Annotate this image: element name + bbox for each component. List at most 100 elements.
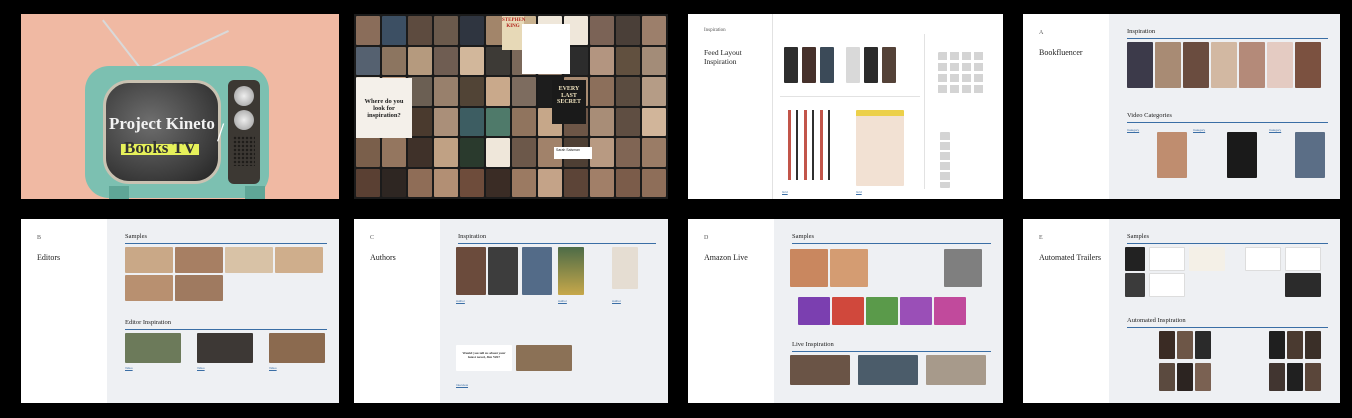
collage-photo <box>512 107 536 136</box>
category-link[interactable]: Category <box>1193 128 1205 132</box>
trailer-inspiration[interactable] <box>1287 331 1303 359</box>
inspiration-photo <box>1211 42 1237 88</box>
trailer-inspiration[interactable] <box>1287 363 1303 391</box>
sample-video[interactable] <box>275 247 323 273</box>
trailer-inspiration[interactable] <box>1177 331 1193 359</box>
author-link[interactable]: Author <box>612 299 621 303</box>
trailer-inspiration[interactable] <box>1177 363 1193 391</box>
title-slide[interactable]: Project Kineto Books TV / <box>21 14 339 199</box>
live-card[interactable] <box>832 297 864 325</box>
trailer-inspiration[interactable] <box>1269 363 1285 391</box>
trailer-inspiration[interactable] <box>1305 331 1321 359</box>
collage-photo <box>408 46 432 75</box>
sample-video[interactable] <box>125 247 173 273</box>
collage-photo <box>460 46 484 75</box>
instant-famous-grid <box>856 110 904 186</box>
video-link[interactable]: Video <box>269 366 277 370</box>
author-photo <box>456 247 486 295</box>
collage-photo <box>382 168 406 197</box>
trailer-inspiration[interactable] <box>1305 363 1321 391</box>
live-inspiration-video[interactable] <box>926 355 986 385</box>
inspiration-photo <box>1127 42 1153 88</box>
samples-heading: Samples <box>792 233 815 240</box>
section-title: Editors <box>37 253 61 262</box>
feed-layout-slide[interactable]: Inspiration Feed Layout Inspiration Grid… <box>688 14 1003 199</box>
live-card[interactable] <box>934 297 966 325</box>
heading-rule <box>1127 243 1328 244</box>
section-letter: C <box>370 235 375 241</box>
inspiration-video[interactable] <box>269 333 325 363</box>
heading-rule <box>1127 122 1328 123</box>
collage-photo <box>590 168 614 197</box>
collage-photo <box>356 46 380 75</box>
author-link[interactable]: Author <box>558 299 567 303</box>
trailer-sample[interactable] <box>1149 247 1185 271</box>
collage-photo <box>616 16 640 45</box>
author-link[interactable]: Author <box>456 299 465 303</box>
trailer-inspiration[interactable] <box>1159 363 1175 391</box>
trailer-sample[interactable] <box>1285 247 1321 271</box>
interview-link[interactable]: Interview <box>456 383 468 387</box>
sample-video[interactable] <box>175 247 223 273</box>
trailer-sample[interactable] <box>1245 247 1281 271</box>
grid-caption-link[interactable]: Grid <box>782 190 788 194</box>
feed-phone-mock <box>784 47 798 83</box>
trailer-inspiration[interactable] <box>1195 331 1211 359</box>
trailer-sample[interactable] <box>1285 273 1321 297</box>
inspiration-video[interactable] <box>197 333 253 363</box>
section-title: Authors <box>370 253 396 262</box>
tv-antenna-right <box>146 30 229 70</box>
automated-trailers-slide[interactable]: E Automated Trailers Samples Automated I… <box>1023 219 1340 403</box>
sample-video[interactable] <box>125 275 173 301</box>
live-inspiration-video[interactable] <box>858 355 918 385</box>
collage-photo <box>538 168 562 197</box>
inspiration-collage-slide[interactable]: Where do you look for inspiration? STEPH… <box>354 14 668 199</box>
trailer-sample[interactable] <box>1189 247 1225 271</box>
name-caption: Sarah Salsman <box>554 147 592 159</box>
trailer-sample[interactable] <box>1149 273 1185 297</box>
section-letter: E <box>1039 235 1043 241</box>
inspiration-photo <box>1239 42 1265 88</box>
video-link[interactable]: Video <box>125 366 133 370</box>
collage-photo <box>460 16 484 45</box>
heading-rule <box>792 243 991 244</box>
collage-photo <box>434 46 458 75</box>
layout-wireframe-column <box>940 132 950 188</box>
amazon-live-slide[interactable]: D Amazon Live Samples Live Inspiration <box>688 219 1003 403</box>
live-card[interactable] <box>900 297 932 325</box>
trailer-sample[interactable] <box>1125 273 1145 297</box>
trailer-sample[interactable] <box>1125 247 1145 271</box>
inspiration-photo <box>1295 42 1321 88</box>
live-inspiration-video[interactable] <box>790 355 850 385</box>
grid-caption-link[interactable]: Grid <box>856 190 862 194</box>
left-column: B Editors <box>21 219 107 403</box>
live-sample-video[interactable] <box>944 249 982 287</box>
collage-photo <box>590 77 614 106</box>
trailer-inspiration[interactable] <box>1269 331 1285 359</box>
live-card[interactable] <box>798 297 830 325</box>
sample-video[interactable] <box>175 275 223 301</box>
collage-photo <box>356 16 380 45</box>
video-link[interactable]: Video <box>197 366 205 370</box>
live-card[interactable] <box>866 297 898 325</box>
live-sample-video[interactable] <box>790 249 828 287</box>
section-title: Feed Layout Inspiration <box>704 48 742 66</box>
authors-slide[interactable]: C Authors Inspiration Author Author Auth… <box>354 219 668 403</box>
samples-heading: Samples <box>125 233 148 240</box>
collage-photo <box>590 46 614 75</box>
category-link[interactable]: Category <box>1127 128 1139 132</box>
interview-video[interactable] <box>516 345 572 371</box>
feed-phone-mock <box>802 47 816 83</box>
sample-video[interactable] <box>225 247 273 273</box>
tv-foot <box>245 186 265 199</box>
editors-slide[interactable]: B Editors Samples Editor Inspiration Vid… <box>21 219 339 403</box>
inspiration-video[interactable] <box>125 333 181 363</box>
collage-photo <box>356 138 380 167</box>
trailer-inspiration[interactable] <box>1195 363 1211 391</box>
bookfluencer-slide[interactable]: A Bookfluencer Inspiration Video Categor… <box>1023 14 1340 199</box>
trailer-inspiration[interactable] <box>1159 331 1175 359</box>
live-sample-video[interactable] <box>830 249 868 287</box>
category-link[interactable]: Category <box>1269 128 1281 132</box>
collage-photo <box>408 168 432 197</box>
live-inspiration-heading: Live Inspiration <box>792 341 834 348</box>
